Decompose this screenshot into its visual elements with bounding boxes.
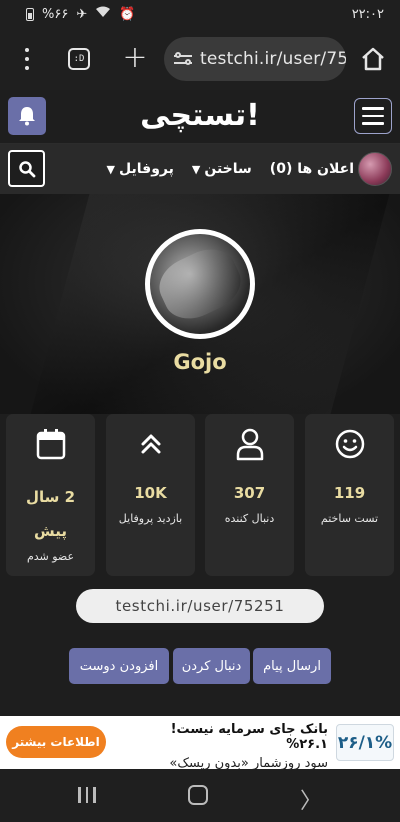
follow-button[interactable]: دنبال کردن — [173, 648, 250, 684]
hamburger-menu-button[interactable] — [354, 98, 392, 134]
system-nav-bar: 〉 — [0, 769, 400, 822]
stat-label: دنبال کننده — [224, 512, 275, 525]
status-bar: %۶۶ ✈ ⏰ ۲۲:۰۲ — [0, 0, 400, 28]
profile-actions: ارسال پیام دنبال کردن افزودن دوست — [0, 648, 400, 684]
stat-value: 2 سال پیش — [25, 488, 76, 540]
battery-icon — [26, 7, 34, 21]
url-text: testchi.ir/user/75 — [200, 49, 346, 69]
send-message-button[interactable]: ارسال پیام — [253, 648, 331, 684]
alarm-icon: ⏰ — [119, 6, 136, 22]
smile-icon — [332, 426, 368, 462]
recent-apps-icon[interactable] — [78, 787, 96, 803]
tab-switcher-icon[interactable]: :D — [68, 48, 90, 70]
back-icon[interactable]: 〉 — [300, 783, 322, 815]
stat-joined: 2 سال پیش عضو شدم — [6, 414, 95, 576]
new-tab-icon[interactable]: + — [122, 42, 148, 74]
search-icon — [18, 160, 35, 177]
chevron-down-icon: ▼ — [106, 162, 116, 176]
double-chevron-up-icon — [133, 426, 169, 462]
stat-value: 10K — [134, 484, 167, 502]
ad-headline: بانک جای سرمایه نیست! ۲۶.۱% — [170, 722, 328, 752]
stat-label: بازدید پروفایل — [118, 512, 183, 525]
airplane-icon: ✈ — [76, 6, 88, 22]
nav-items: پروفایل ▼ ساختن ▼ اعلان ها (0) — [107, 144, 354, 194]
browser-toolbar: :D + testchi.ir/user/75 — [0, 28, 400, 90]
add-friend-button[interactable]: افزودن دوست — [69, 648, 169, 684]
nav-profile[interactable]: پروفایل ▼ — [107, 161, 174, 177]
profile-stats: 119 تست ساختم 307 دنبال کننده 10K بازدید… — [6, 414, 394, 576]
battery-percent: %۶۶ — [42, 6, 69, 22]
profile-username: Gojo — [173, 350, 227, 374]
site-header: تستچی! — [0, 90, 400, 144]
profile-url[interactable]: testchi.ir/user/75251 — [76, 589, 324, 623]
wifi-icon — [95, 6, 111, 22]
ad-text: بانک جای سرمایه نیست! ۲۶.۱% سود روزشمار … — [148, 722, 328, 771]
nav-build[interactable]: ساختن ▼ — [192, 161, 252, 177]
status-left: %۶۶ ✈ ⏰ — [26, 6, 135, 22]
calendar-icon — [33, 426, 69, 462]
ad-logo: ۲۶/۱% — [336, 724, 394, 761]
user-avatar[interactable] — [358, 152, 392, 186]
stat-followers[interactable]: 307 دنبال کننده — [205, 414, 294, 576]
stat-value: 119 — [333, 484, 366, 502]
user-icon — [232, 426, 268, 462]
site-nav: پروفایل ▼ ساختن ▼ اعلان ها (0) — [0, 144, 400, 194]
nav-build-label: ساختن — [204, 161, 252, 177]
home-button-icon[interactable] — [188, 785, 208, 805]
bell-icon — [19, 107, 35, 126]
home-icon[interactable] — [360, 46, 386, 72]
nav-profile-label: پروفایل — [119, 161, 174, 177]
more-menu-icon[interactable] — [20, 46, 34, 72]
stat-label: عضو شدم — [26, 550, 75, 563]
stat-tests-made: 119 تست ساختم — [305, 414, 394, 576]
search-button[interactable] — [8, 150, 45, 187]
site-settings-icon[interactable] — [174, 51, 192, 67]
stat-value: 307 — [233, 484, 266, 502]
stat-profile-views: 10K بازدید پروفایل — [106, 414, 195, 576]
notifications-button[interactable] — [8, 97, 46, 135]
chevron-down-icon: ▼ — [191, 162, 201, 176]
clock: ۲۲:۰۲ — [351, 6, 384, 22]
address-bar[interactable]: testchi.ir/user/75 — [164, 37, 346, 81]
nav-notifications[interactable]: اعلان ها (0) — [270, 161, 354, 177]
ad-banner[interactable]: ۲۶/۱% بانک جای سرمایه نیست! ۲۶.۱% سود رو… — [0, 716, 400, 771]
ad-more-info-button[interactable]: اطلاعات بیشتر — [6, 726, 106, 758]
site-logo[interactable]: تستچی! — [140, 94, 260, 138]
nav-notifications-label: اعلان ها (0) — [269, 161, 354, 177]
profile-avatar — [145, 229, 255, 339]
stat-label: تست ساختم — [320, 512, 379, 525]
